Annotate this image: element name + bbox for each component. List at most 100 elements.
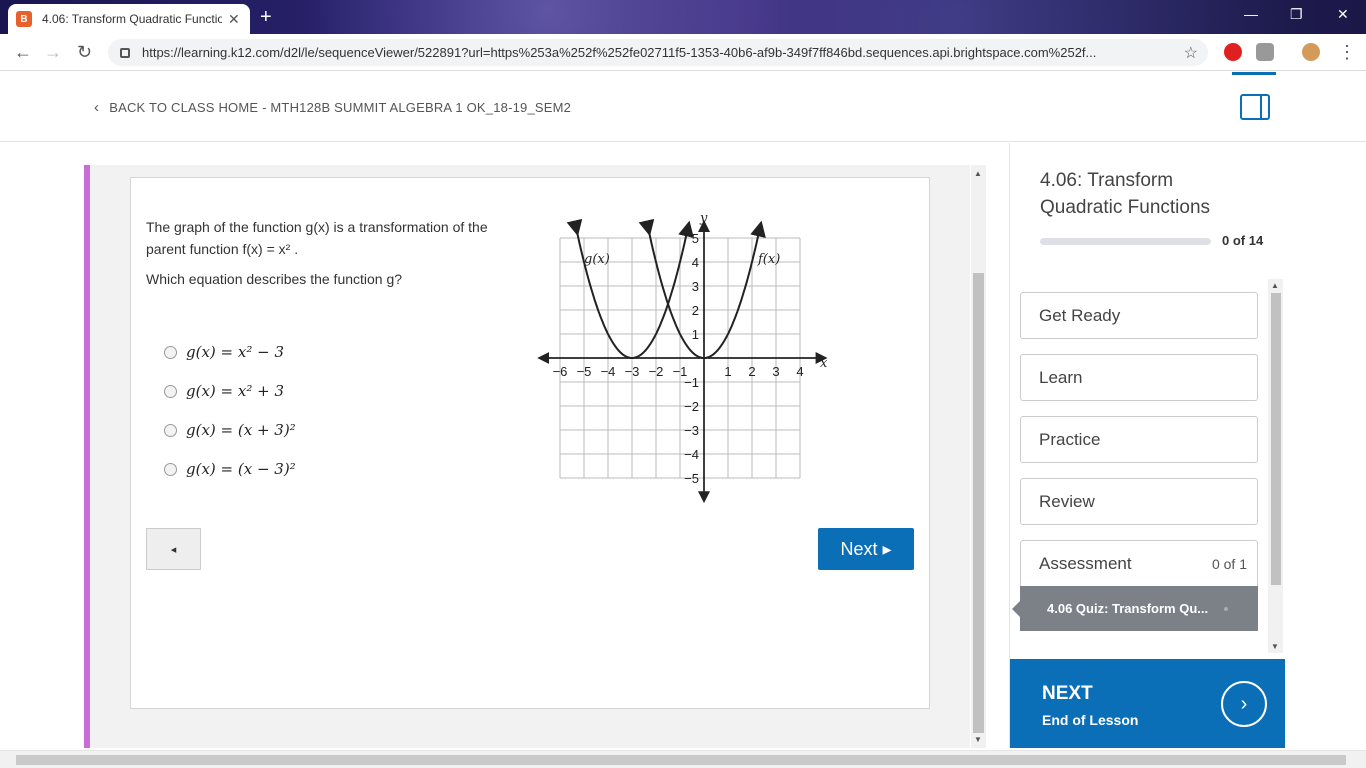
section-assessment[interactable]: Assessment 0 of 1 <box>1020 540 1258 587</box>
answer-label: g(x) = (x − 3)² <box>186 460 296 478</box>
section-label: Get Ready <box>1039 305 1121 325</box>
y-tick-label: 4 <box>692 255 699 270</box>
accent-bar <box>84 165 90 748</box>
content-scrollbar[interactable]: ▲ ▼ <box>971 165 986 748</box>
y-tick-label: 2 <box>692 303 699 318</box>
graph-y-axis-label: y <box>699 211 708 226</box>
y-tick-label: −4 <box>684 447 699 462</box>
y-tick-label: −5 <box>684 471 699 486</box>
menu-kebab-icon[interactable]: ⋮ <box>1338 42 1356 63</box>
scroll-down-icon[interactable]: ▼ <box>974 735 982 744</box>
assessment-count: 0 of 1 <box>1211 555 1247 572</box>
browser-tab-bar: B 4.06: Transform Quadratic Functio ✕ + … <box>0 0 1366 34</box>
radio-button[interactable] <box>164 384 177 398</box>
back-to-class-label: BACK TO CLASS HOME - MTH128B SUMMIT ALGE… <box>109 100 572 115</box>
x-tick-label: 3 <box>772 364 779 379</box>
next-lesson-button[interactable]: NEXT End of Lesson › <box>1010 659 1285 748</box>
answer-option-3[interactable]: g(x) = (x + 3)² <box>164 421 296 439</box>
scroll-down-icon[interactable]: ▼ <box>1271 642 1279 651</box>
extension-icon[interactable] <box>1256 43 1274 61</box>
lesson-progress-bar <box>1040 238 1211 245</box>
graph-curve-g-label: g(x) <box>584 252 610 267</box>
back-to-class-link[interactable]: ‹ BACK TO CLASS HOME - MTH128B SUMMIT AL… <box>94 99 571 116</box>
toggle-sidebar-icon[interactable] <box>1240 94 1270 120</box>
bookmark-star-icon[interactable]: ☆ <box>1184 43 1198 63</box>
lesson-sidebar: 4.06: Transform Quadratic Functions 0 of… <box>1009 143 1366 748</box>
question-line-1: The graph of the function g(x) is a tran… <box>146 219 488 235</box>
next-lesson-subtitle: End of Lesson <box>1042 712 1139 728</box>
question-card: The graph of the function g(x) is a tran… <box>130 177 930 709</box>
x-tick-label: −6 <box>553 364 568 379</box>
answer-option-1[interactable]: g(x) = x² − 3 <box>164 343 284 361</box>
x-tick-label: 1 <box>724 364 731 379</box>
y-tick-label: 1 <box>692 327 699 342</box>
quiz-label: 4.06 Quiz: Transform Qu... <box>1047 601 1209 616</box>
answer-option-2[interactable]: g(x) = x² + 3 <box>164 382 284 400</box>
section-label: Review <box>1039 491 1095 511</box>
status-dot-icon <box>1224 607 1228 611</box>
question-prompt: Which equation describes the function g? <box>146 271 403 287</box>
section-label: Practice <box>1039 429 1101 449</box>
window-close-icon[interactable]: ✕ <box>1337 6 1349 23</box>
browser-tab[interactable]: B 4.06: Transform Quadratic Functio ✕ <box>8 4 250 34</box>
url-field[interactable]: https://learning.k12.com/d2l/le/sequence… <box>108 39 1208 66</box>
section-label: Assessment <box>1039 553 1132 573</box>
address-bar: ← → ↻ https://learning.k12.com/d2l/le/se… <box>0 34 1366 71</box>
scroll-up-icon[interactable]: ▲ <box>1271 281 1279 290</box>
graph-curve-f-label: f(x) <box>757 252 780 267</box>
quiz-item[interactable]: 4.06 Quiz: Transform Qu... <box>1012 586 1258 631</box>
y-tick-label: 5 <box>692 231 699 246</box>
sidebar-scrollbar[interactable]: ▲ ▼ <box>1268 279 1283 653</box>
reload-icon[interactable]: ↻ <box>77 42 92 63</box>
section-practice[interactable]: Practice <box>1020 416 1258 463</box>
radio-button[interactable] <box>164 345 177 359</box>
y-tick-label: −1 <box>684 375 699 390</box>
lesson-progress-text: 0 of 14 <box>1222 233 1264 248</box>
active-indicator <box>1232 72 1276 75</box>
answer-label: g(x) = x² + 3 <box>186 382 284 400</box>
answer-label: g(x) = x² − 3 <box>186 343 284 361</box>
answer-label: g(x) = (x + 3)² <box>186 421 296 439</box>
tab-title: 4.06: Transform Quadratic Functio <box>42 12 222 26</box>
x-tick-label: −4 <box>601 364 616 379</box>
next-lesson-title: NEXT <box>1042 683 1093 704</box>
y-tick-label: −3 <box>684 423 699 438</box>
minimize-icon[interactable]: — <box>1244 6 1258 22</box>
chevron-right-icon: › <box>1221 681 1267 727</box>
scroll-up-icon[interactable]: ▲ <box>974 169 982 178</box>
question-line-2: parent function f(x) = x² . <box>146 241 299 257</box>
x-tick-label: 2 <box>748 364 755 379</box>
new-tab-icon[interactable]: + <box>260 6 272 29</box>
scroll-thumb[interactable] <box>973 273 984 733</box>
radio-button[interactable] <box>164 423 177 437</box>
previous-button[interactable]: ◂ <box>146 528 201 570</box>
section-review[interactable]: Review <box>1020 478 1258 525</box>
parabola-graph: −6 −5 −4 −3 −2 −1 1 2 3 454321−1−2−3−4−5 g(x) f(x… <box>537 211 828 504</box>
next-button[interactable]: Next ▸ <box>818 528 914 570</box>
profile-avatar[interactable] <box>1302 43 1320 61</box>
x-tick-label: −5 <box>577 364 592 379</box>
chevron-left-icon: ‹ <box>94 99 100 116</box>
horizontal-scrollbar[interactable] <box>0 750 1366 768</box>
lesson-title: 4.06: Transform Quadratic Functions <box>1040 170 1211 218</box>
page-header: ‹ BACK TO CLASS HOME - MTH128B SUMMIT AL… <box>0 72 1366 142</box>
restore-icon[interactable]: ❐ <box>1290 6 1303 23</box>
y-tick-label: −2 <box>684 399 699 414</box>
x-tick-label: −2 <box>649 364 664 379</box>
back-arrow-icon[interactable]: ← <box>14 42 32 63</box>
section-learn[interactable]: Learn <box>1020 354 1258 401</box>
extension-icon[interactable] <box>1224 43 1242 61</box>
scroll-thumb[interactable] <box>16 755 1346 765</box>
close-tab-icon[interactable]: ✕ <box>228 11 240 28</box>
lock-icon <box>120 47 130 58</box>
url-text: https://learning.k12.com/d2l/le/sequence… <box>142 45 1097 60</box>
radio-button[interactable] <box>164 462 177 476</box>
y-tick-label: 3 <box>692 279 699 294</box>
answer-option-4[interactable]: g(x) = (x − 3)² <box>164 460 296 478</box>
section-get-ready[interactable]: Get Ready <box>1020 292 1258 339</box>
brightspace-favicon-icon: B <box>16 11 32 27</box>
x-tick-label: −3 <box>625 364 640 379</box>
forward-arrow-icon[interactable]: → <box>44 42 62 63</box>
graph-x-axis-label: x <box>820 356 828 371</box>
scroll-thumb[interactable] <box>1271 293 1281 585</box>
